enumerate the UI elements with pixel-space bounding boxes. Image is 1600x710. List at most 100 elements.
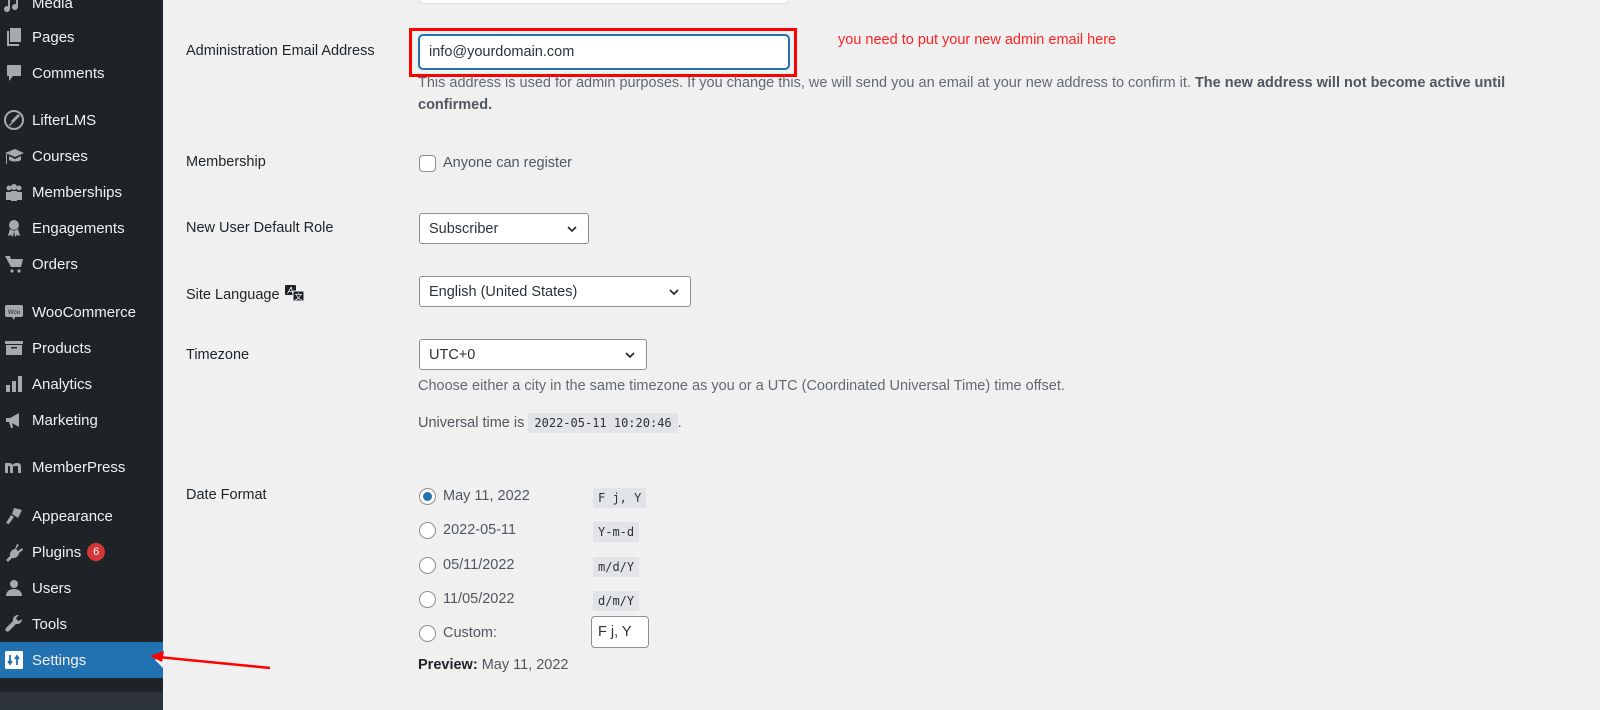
admin-email-label: Administration Email Address xyxy=(186,43,375,59)
sidebar-item-users[interactable]: Users xyxy=(0,571,163,605)
sidebar-item-label: Marketing xyxy=(32,411,98,429)
chevron-down-icon xyxy=(667,285,681,299)
plug-icon xyxy=(3,541,25,563)
date-format-option-label[interactable]: Custom: xyxy=(443,625,497,641)
universal-time: Universal time is 2022-05-11 10:20:46. xyxy=(418,413,682,433)
graduation-cap-icon xyxy=(3,145,25,167)
date-format-radio-custom[interactable] xyxy=(419,625,436,642)
admin-email-description: This address is used for admin purposes.… xyxy=(418,75,1506,113)
sidebar-item-courses[interactable]: Courses xyxy=(0,139,163,173)
sidebar-item-comments[interactable]: Comments xyxy=(0,56,163,90)
group-icon xyxy=(3,181,25,203)
sidebar-item-label: Engagements xyxy=(32,219,125,237)
archive-box-icon xyxy=(3,337,25,359)
annotation-arrow xyxy=(150,651,271,670)
sidebar-item-label: Users xyxy=(32,579,72,597)
sidebar-item-label: Orders xyxy=(32,255,78,273)
date-format-label: Date Format xyxy=(186,487,267,503)
timezone-description: Choose either a city in the same timezon… xyxy=(418,378,1065,394)
settings-general-form: Administration Email Address you need to… xyxy=(163,0,1600,710)
sidebar-item-appearance[interactable]: Appearance xyxy=(0,499,163,533)
membership-label: Membership xyxy=(186,154,266,170)
bar-chart-icon xyxy=(3,373,25,395)
sidebar-item-woocommerce[interactable]: Woo WooCommerce xyxy=(0,295,163,329)
sidebar-item-label: Comments xyxy=(32,64,105,82)
paintbrush-icon xyxy=(3,505,25,527)
custom-date-format-input[interactable] xyxy=(591,616,649,648)
sidebar-item-label: MemberPress xyxy=(32,458,126,476)
tagline-input-partial[interactable] xyxy=(419,0,789,4)
submenu-area xyxy=(0,692,163,710)
sidebar-item-plugins[interactable]: Plugins 6 xyxy=(0,535,163,569)
timezone-value: UTC+0 xyxy=(429,346,476,363)
timezone-select[interactable]: UTC+0 xyxy=(419,339,647,370)
sidebar-item-label: Courses xyxy=(32,147,88,165)
sidebar-item-engagements[interactable]: Engagements xyxy=(0,211,163,245)
site-language-value: English (United States) xyxy=(429,283,578,300)
date-format-radio-y-m-d[interactable] xyxy=(419,522,436,539)
sidebar-item-memberpress[interactable]: MemberPress xyxy=(0,450,163,484)
default-role-select[interactable]: Subscriber xyxy=(419,213,589,244)
sidebar-item-label: Plugins xyxy=(32,543,82,561)
chevron-down-icon xyxy=(565,222,579,236)
annotation-text: you need to put your new admin email her… xyxy=(838,32,1117,48)
megaphone-icon xyxy=(3,409,25,431)
sidebar-item-label: Appearance xyxy=(32,507,113,525)
sidebar-item-label: LifterLMS xyxy=(32,111,97,129)
date-format-code: Y-m-d xyxy=(593,522,640,542)
sidebar-item-analytics[interactable]: Analytics xyxy=(0,367,163,401)
admin-email-input[interactable] xyxy=(419,35,789,69)
sidebar-item-settings[interactable]: Settings xyxy=(0,642,163,678)
svg-text:文: 文 xyxy=(294,292,302,302)
admin-sidebar: Media Pages Comments LifterLMS Courses M… xyxy=(0,0,163,710)
memberpress-m-icon xyxy=(3,456,25,478)
chevron-down-icon xyxy=(623,348,637,362)
sidebar-item-lifterlms[interactable]: LifterLMS xyxy=(0,103,163,137)
woo-icon: Woo xyxy=(3,301,25,323)
sidebar-item-pages[interactable]: Pages xyxy=(0,20,163,54)
settings-sliders-icon xyxy=(3,649,25,671)
sidebar-item-label: Tools xyxy=(32,615,68,633)
translation-icon: A文 xyxy=(284,284,306,306)
timezone-label: Timezone xyxy=(186,347,250,363)
sidebar-item-label: Memberships xyxy=(32,183,123,201)
sidebar-item-orders[interactable]: Orders xyxy=(0,247,163,281)
svg-text:A: A xyxy=(286,286,293,296)
date-format-option-label[interactable]: May 11, 2022 xyxy=(443,488,530,504)
plugin-update-count-badge: 6 xyxy=(87,543,106,561)
date-format-option-label[interactable]: 11/05/2022 xyxy=(443,591,515,607)
site-language-select[interactable]: English (United States) xyxy=(419,276,691,307)
date-format-radio-f-j-y[interactable] xyxy=(419,488,436,505)
sidebar-item-memberships[interactable]: Memberships xyxy=(0,175,163,209)
cart-icon xyxy=(3,253,25,275)
anyone-can-register-checkbox[interactable] xyxy=(419,155,436,172)
sidebar-item-marketing[interactable]: Marketing xyxy=(0,403,163,437)
sidebar-item-label: Settings xyxy=(32,651,87,669)
media-icon xyxy=(3,0,25,14)
sidebar-item-label: Media xyxy=(32,0,73,12)
lifterlms-rocket-icon xyxy=(3,109,25,131)
anyone-can-register-label[interactable]: Anyone can register xyxy=(443,155,572,171)
wrench-icon xyxy=(3,613,25,635)
user-icon xyxy=(3,577,25,599)
default-role-label: New User Default Role xyxy=(186,220,334,236)
award-ribbon-icon xyxy=(3,217,25,239)
comments-icon xyxy=(3,62,25,84)
sidebar-item-label: Pages xyxy=(32,28,75,46)
sidebar-item-label: Products xyxy=(32,339,92,357)
date-format-option-label[interactable]: 2022-05-11 xyxy=(443,522,516,538)
default-role-value: Subscriber xyxy=(429,220,499,237)
date-format-radio-m-d-y[interactable] xyxy=(419,557,436,574)
svg-text:Woo: Woo xyxy=(8,310,21,316)
date-format-code: d/m/Y xyxy=(593,591,640,611)
date-format-radio-d-m-y[interactable] xyxy=(419,591,436,608)
sidebar-item-media[interactable]: Media xyxy=(0,0,163,20)
date-format-code: m/d/Y xyxy=(593,557,640,577)
sidebar-item-label: WooCommerce xyxy=(32,303,136,321)
site-language-label: Site Language A 文 xyxy=(186,284,306,306)
sidebar-item-tools[interactable]: Tools xyxy=(0,607,163,641)
sidebar-item-label: Analytics xyxy=(32,375,93,393)
date-format-option-label[interactable]: 05/11/2022 xyxy=(443,557,515,573)
universal-time-value: 2022-05-11 10:20:46 xyxy=(528,413,678,433)
sidebar-item-products[interactable]: Products xyxy=(0,331,163,365)
